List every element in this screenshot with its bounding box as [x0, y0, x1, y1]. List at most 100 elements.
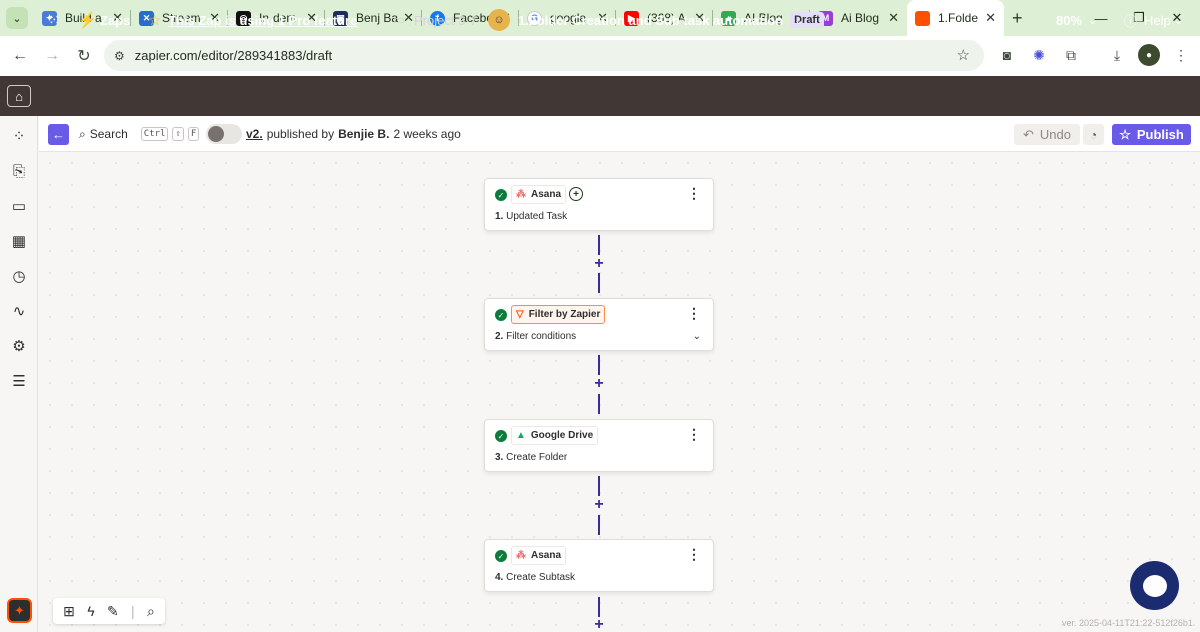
settings-gear-icon[interactable]: ⚙ — [8, 335, 30, 357]
reload-icon[interactable]: ↻ — [68, 40, 100, 72]
chevron-down-icon[interactable]: ⌄ — [336, 0, 345, 40]
step-number: 4. — [495, 572, 504, 583]
more-options-icon[interactable]: ⋮ — [687, 305, 701, 322]
connector-line — [598, 394, 600, 414]
zap-step-3[interactable]: ✓ ▲ Google Drive ⋮ 3. Create Folder — [484, 419, 714, 472]
extension-spark-icon[interactable]: ✺ — [1028, 44, 1050, 66]
step-title: 2. Filter conditions — [495, 331, 576, 342]
browser-menu-icon[interactable]: ⋮ — [1170, 44, 1192, 66]
add-step-plus-icon[interactable]: + — [591, 255, 607, 272]
shortcut-key: F — [187, 127, 200, 141]
components-icon[interactable]: ⁘ — [8, 125, 30, 147]
step-title-text: Filter conditions — [506, 331, 577, 342]
more-options-icon[interactable]: ⋮ — [687, 185, 701, 202]
camera-icon[interactable]: ◙ — [996, 44, 1018, 66]
bolt-icon[interactable]: ϟ — [87, 603, 94, 619]
zap-step-2[interactable]: ✓ ▽ Filter by Zapier ⋮ 2. Filter conditio… — [484, 298, 714, 351]
calendar-icon[interactable]: ▦ — [8, 230, 30, 252]
ai-copilot-icon[interactable]: ✦ — [7, 598, 32, 623]
asana-icon: ⁂ — [516, 550, 526, 561]
app-badge: ⁂ Asana — [511, 546, 567, 565]
published-when: 2 weeks ago — [393, 127, 461, 141]
layout-grid-icon[interactable]: ⊞ — [63, 603, 75, 620]
zap-bolt-icon: ⚡ — [78, 12, 97, 29]
home-icon[interactable]: ⌂ — [7, 85, 31, 107]
chevron-down-icon[interactable]: ⌄ — [693, 331, 701, 342]
step-title-text: Create Folder — [506, 452, 568, 463]
profile-avatar[interactable]: ● — [1138, 44, 1160, 66]
step-number: 1. — [495, 211, 504, 222]
canvas-tools: ⊞ ϟ ✎ | ⌕ — [53, 598, 165, 624]
more-options-icon[interactable]: ⋮ — [687, 546, 701, 563]
bookmark-star-icon[interactable]: ☆ — [957, 46, 970, 64]
back-arrow-icon[interactable]: ← — [4, 40, 36, 72]
add-step-plus-icon[interactable]: + — [591, 616, 607, 632]
connector-line — [598, 355, 600, 375]
left-rail: ⁘ ⎘ ▭ ▦ ◷ ∿ ⚙ ☰ — [0, 116, 38, 632]
tab-close-icon[interactable]: ✕ — [985, 10, 996, 26]
zap-name-text: 1.Folder Creation and Sub task automatio… — [518, 12, 784, 28]
browser-tab[interactable]: M Ai Blog ✕ — [810, 0, 907, 36]
extensions-puzzle-icon[interactable]: ⧉ — [1060, 44, 1082, 66]
browser-tab-active[interactable]: 1.Folde ✕ — [907, 0, 1004, 36]
undo-icon: ↶ — [1023, 126, 1034, 142]
step-title-text: Updated Task — [506, 211, 568, 222]
tab-search-icon[interactable]: ⌄ — [6, 7, 28, 29]
help-circle-icon[interactable]: ⓘ — [1124, 0, 1137, 40]
editor-toolbar: ← ⌕ Search Ctrl ⇧ F v2. published by Ben… — [39, 116, 1200, 152]
wrench-icon[interactable]: ✎ — [107, 603, 119, 620]
chevron-down-icon[interactable]: ⌄ — [1088, 0, 1097, 40]
chevron-down-icon[interactable]: ⌄ — [1174, 0, 1183, 40]
project-link[interactable]: Project 3 — [414, 0, 465, 40]
download-icon[interactable]: ⤓ — [1106, 44, 1128, 66]
divider: | — [130, 603, 135, 619]
import-doc-icon[interactable]: ⎘ — [8, 160, 30, 182]
step-title: 4. Create Subtask — [495, 572, 575, 583]
apps-grid-icon[interactable]: ⁙ — [48, 0, 61, 40]
zoom-level[interactable]: 80% — [1056, 0, 1082, 40]
connector-line — [598, 476, 600, 496]
url-field[interactable]: ⚙ zapier.com/editor/289341883/draft ☆ — [104, 40, 984, 71]
add-step-plus-icon[interactable]: + — [591, 496, 607, 513]
pro-feature-notice[interactable]: This Zap is using 1 Pro feature — [168, 0, 357, 40]
tab-favicon-icon — [915, 10, 930, 26]
activity-icon[interactable]: ∿ — [8, 300, 30, 322]
tab-close-icon[interactable]: ✕ — [888, 10, 899, 26]
chevron-down-icon[interactable]: ⌄ — [794, 0, 803, 40]
check-icon: ✓ — [495, 550, 507, 562]
folder-icon: ▭ — [393, 12, 406, 27]
help-link[interactable]: Help — [1144, 0, 1171, 40]
version-link[interactable]: v2. — [246, 127, 263, 141]
add-circle-icon[interactable]: + — [569, 187, 583, 201]
site-info-icon[interactable]: ⚙ — [114, 49, 125, 63]
forward-arrow-icon[interactable]: → — [36, 40, 68, 72]
add-step-plus-icon[interactable]: + — [591, 375, 607, 392]
zap-name[interactable]: 1.Folder Creation and Sub task automatio… — [518, 0, 824, 40]
connector-line — [598, 515, 600, 535]
publish-button[interactable]: ☆ Publish — [1112, 124, 1191, 145]
history-clock-icon[interactable]: ◷ — [8, 265, 30, 287]
version-history-icon[interactable]: ◔ — [1083, 124, 1104, 145]
zaps-link[interactable]: Zaps — [100, 0, 130, 40]
connector-line — [598, 235, 600, 255]
app-name: Google Drive — [530, 430, 594, 441]
back-button[interactable]: ← — [48, 124, 69, 145]
app-badge: ⁂ Asana — [511, 185, 567, 204]
zap-step-1[interactable]: ✓ ⁂ Asana + ⋮ 1. Updated Task — [484, 178, 714, 231]
stack-icon[interactable]: ☰ — [8, 370, 30, 392]
zoom-search-icon[interactable]: ⌕ — [147, 603, 155, 620]
chat-support-button[interactable] — [1130, 561, 1179, 610]
undo-button[interactable]: ↶ Undo — [1014, 124, 1080, 145]
asana-icon: ⁂ — [516, 189, 526, 200]
search-button[interactable]: ⌕ Search Ctrl ⇧ F — [79, 116, 200, 152]
new-tab-icon[interactable]: + — [1012, 8, 1023, 29]
zapier-header — [0, 76, 1200, 116]
more-options-icon[interactable]: ⋮ — [687, 426, 701, 443]
app-name: Asana — [531, 550, 562, 561]
tab-label: Ai Blog — [841, 11, 880, 25]
zap-step-4[interactable]: ✓ ⁂ Asana ⋮ 4. Create Subtask — [484, 539, 714, 592]
comments-icon[interactable]: ▭ — [8, 195, 30, 217]
zap-on-off-toggle[interactable] — [206, 124, 242, 144]
publisher-name: Benjie B. — [338, 127, 390, 141]
tab-label: 1.Folde — [938, 11, 979, 25]
